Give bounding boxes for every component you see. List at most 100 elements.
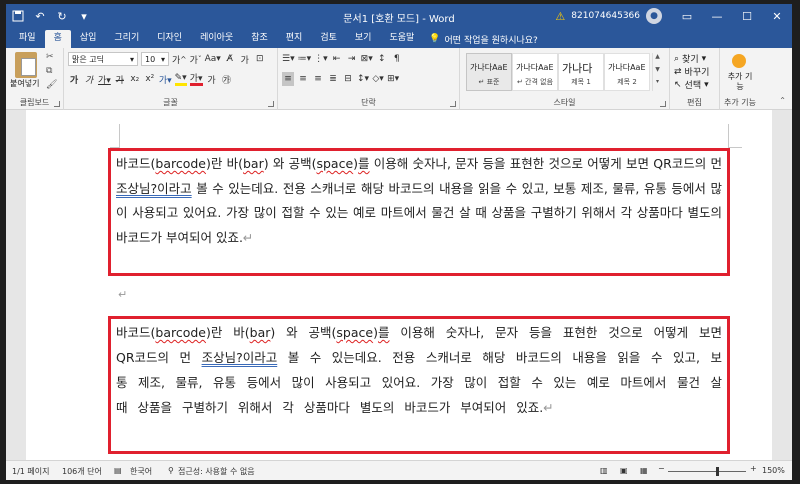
text-effects-icon[interactable]: 가▾	[159, 72, 172, 86]
italic-icon[interactable]: 가	[83, 72, 95, 86]
bold-icon[interactable]: 가	[68, 72, 80, 86]
grow-font-icon[interactable]: 가 ^	[172, 52, 187, 66]
shading-icon[interactable]: ◇▾	[372, 72, 384, 86]
numbering-icon[interactable]: ≔▾	[298, 52, 312, 66]
cut-icon[interactable]: ✂	[46, 52, 54, 62]
tab-view[interactable]: 보기	[346, 30, 381, 48]
paste-icon[interactable]	[15, 52, 37, 78]
minimize-icon[interactable]: —	[702, 4, 732, 28]
style-normal[interactable]: 가나다AaE ↵ 표준	[466, 53, 512, 91]
zoom-in-icon[interactable]: +	[750, 464, 757, 473]
paste-button[interactable]: 붙여넣기	[10, 78, 39, 89]
addins-button[interactable]: 추가 기능	[720, 72, 760, 92]
proofing-icon[interactable]: ▤	[114, 466, 122, 475]
tab-help[interactable]: 도움말	[380, 30, 423, 48]
tab-layout[interactable]: 레이아웃	[191, 30, 242, 48]
style-heading-1[interactable]: 가나다 제목 1	[558, 53, 604, 91]
font-name-combo[interactable]: 맑은 고딕 ▾	[68, 52, 138, 66]
decrease-indent-icon[interactable]: ⇤	[331, 52, 343, 66]
bullets-icon[interactable]: ☰▾	[282, 52, 295, 66]
character-shading-icon[interactable]: 가	[206, 72, 218, 86]
accessibility-status[interactable]: 접근성: 사용할 수 없음	[178, 466, 255, 477]
format-painter-icon[interactable]: 🖌	[46, 80, 57, 90]
web-layout-icon[interactable]: ▦	[640, 466, 648, 475]
zoom-slider[interactable]	[668, 471, 746, 472]
chevron-down-icon[interactable]: ▼	[653, 66, 662, 73]
superscript-icon[interactable]: x²	[144, 72, 156, 86]
zoom-out-icon[interactable]: −	[658, 464, 665, 473]
read-mode-icon[interactable]: ▥	[600, 466, 608, 475]
styles-gallery-scroll[interactable]: ▲ ▼ ▾	[652, 53, 662, 91]
collapse-ribbon-icon[interactable]: ⌃	[779, 96, 786, 105]
tell-me-box[interactable]: 💡 어떤 작업을 원하시나요?	[429, 30, 538, 48]
character-border-icon[interactable]: ⊡	[254, 52, 266, 66]
close-icon[interactable]: ✕	[762, 4, 792, 28]
styles-launcher-icon[interactable]	[660, 101, 666, 107]
subscript-icon[interactable]: x₂	[129, 72, 141, 86]
underline-icon[interactable]: 가▾	[98, 72, 111, 86]
replace-label: 바꾸기	[684, 68, 710, 78]
align-left-icon[interactable]: ≡	[282, 72, 294, 86]
multilevel-list-icon[interactable]: ⋮▾	[314, 52, 328, 66]
tab-design[interactable]: 디자인	[148, 30, 191, 48]
clear-formatting-icon[interactable]: A̸	[224, 52, 236, 66]
sort-icon[interactable]: ↕	[376, 52, 388, 66]
show-marks-icon[interactable]: ¶	[391, 52, 403, 66]
account-name[interactable]: 821074645366	[571, 11, 640, 21]
distributed-icon[interactable]: ⊟	[342, 72, 354, 86]
find-button[interactable]: ⌕ 찾기 ▾	[674, 52, 706, 66]
font-launcher-icon[interactable]	[268, 101, 274, 107]
undo-icon[interactable]: ↶	[32, 8, 48, 24]
replace-button[interactable]: ⇄ 바꾸기	[674, 65, 710, 79]
save-icon[interactable]	[10, 8, 26, 24]
ribbon-display-options-icon[interactable]: ▭	[672, 4, 702, 28]
print-layout-icon[interactable]: ▣	[620, 466, 628, 475]
tab-mailings[interactable]: 편지	[277, 30, 312, 48]
align-right-icon[interactable]: ≡	[312, 72, 324, 86]
paragraph-2[interactable]: 바코드(barcode)란 바(bar) 와 공백(space)를 이용해 숫자…	[116, 320, 722, 420]
font-color-icon[interactable]: 가▾	[189, 72, 203, 86]
enclose-characters-icon[interactable]: ㉮	[221, 72, 233, 86]
page-count[interactable]: 1/1 페이지	[12, 466, 50, 477]
font-size-combo[interactable]: 10 ▾	[141, 52, 169, 66]
addins-icon[interactable]	[732, 54, 746, 68]
tab-file[interactable]: 파일	[10, 30, 45, 48]
select-button[interactable]: ↖ 선택 ▾	[674, 78, 709, 92]
borders-icon[interactable]: ⊞▾	[387, 72, 399, 86]
zoom-slider-thumb[interactable]	[716, 467, 719, 476]
more-styles-icon[interactable]: ▾	[653, 78, 662, 85]
maximize-icon[interactable]: ☐	[732, 4, 762, 28]
text-run: )란 바(	[206, 325, 250, 340]
phonetic-guide-icon[interactable]: 가	[239, 52, 251, 66]
paragraph-1[interactable]: 바코드(barcode)란 바(bar) 와 공백(space)를 이용해 숫자…	[116, 152, 722, 250]
tab-review[interactable]: 검토	[311, 30, 346, 48]
justify-icon[interactable]: ≣	[327, 72, 339, 86]
paragraph-launcher-icon[interactable]	[450, 101, 456, 107]
avatar[interactable]: ●	[646, 8, 662, 24]
align-center-icon[interactable]: ≡	[297, 72, 309, 86]
increase-indent-icon[interactable]: ⇥	[346, 52, 358, 66]
chevron-up-icon[interactable]: ▲	[653, 53, 662, 60]
tab-draw[interactable]: 그리기	[105, 30, 148, 48]
copy-icon[interactable]: ⧉	[46, 66, 52, 76]
tab-home[interactable]: 홈	[44, 30, 71, 48]
tab-insert[interactable]: 삽입	[71, 30, 106, 48]
tab-references[interactable]: 참조	[242, 30, 277, 48]
chinese-layout-icon[interactable]: ⊠▾	[361, 52, 373, 66]
redo-icon[interactable]: ↻	[54, 8, 70, 24]
strikethrough-icon[interactable]: 가	[114, 72, 126, 86]
zoom-level[interactable]: 150%	[762, 466, 785, 475]
styles-group: 가나다AaE ↵ 표준 가나다AaE ↵ 간격 없음 가나다 제목 1 가나다A…	[460, 48, 670, 110]
language[interactable]: 한국어	[130, 466, 152, 477]
document-page[interactable]: 바코드(barcode)란 바(bar) 와 공백(space)를 이용해 숫자…	[26, 110, 772, 460]
clipboard-launcher-icon[interactable]	[54, 101, 60, 107]
line-spacing-icon[interactable]: ↕▾	[357, 72, 369, 86]
highlight-color-icon[interactable]: ✎▾	[174, 72, 187, 86]
word-count[interactable]: 106개 단어	[62, 466, 102, 477]
style-heading-2[interactable]: 가나다AaE 제목 2	[604, 53, 650, 91]
warning-icon[interactable]: ⚠	[553, 9, 567, 23]
shrink-font-icon[interactable]: 가ˇ	[190, 52, 202, 66]
style-no-spacing[interactable]: 가나다AaE ↵ 간격 없음	[512, 53, 558, 91]
change-case-icon[interactable]: Aa▾	[205, 52, 221, 66]
customize-qat-icon[interactable]: ▾	[76, 8, 92, 24]
